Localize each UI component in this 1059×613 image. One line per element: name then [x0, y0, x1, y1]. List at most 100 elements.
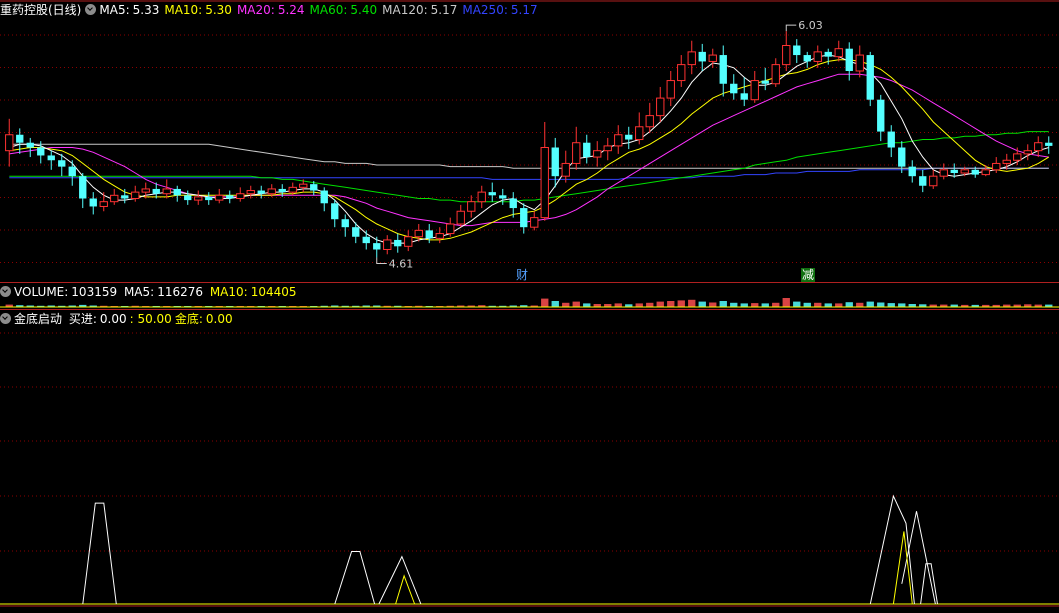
candle-body: [37, 147, 45, 156]
candle-body: [1013, 153, 1022, 161]
candle-body: [205, 196, 213, 201]
ma-legend-item: MA20: 5.24: [237, 3, 305, 17]
indicator-header: 金底启动 买进: 0.00: 50.00 金底: 0.00: [0, 311, 236, 327]
volume-bar: [887, 303, 895, 307]
candle-body: [1023, 150, 1032, 155]
indicator-peak-line: [82, 502, 117, 605]
ma5-line: [9, 54, 1049, 244]
volume-bar: [772, 302, 780, 307]
chevron-down-icon[interactable]: [85, 4, 97, 15]
candle-body: [981, 169, 990, 176]
volume-bar: [551, 301, 559, 307]
candle-body: [635, 126, 644, 141]
chevron-down-icon[interactable]: [0, 313, 11, 324]
candle-body: [803, 55, 811, 62]
candle-body: [173, 188, 181, 196]
candle-body: [845, 48, 853, 71]
volume-header: VOLUME: 103159 MA5: 116276 MA10: 104405: [0, 284, 300, 300]
volume-ma10-value: 104405: [250, 285, 297, 299]
ma-legend-value: 5.33: [132, 3, 160, 17]
ma-legend-item: MA5: 5.33: [99, 3, 159, 17]
volume-ma5-value: 116276: [157, 285, 203, 299]
candle-body: [813, 51, 822, 62]
volume-bar: [614, 303, 622, 307]
candle-body: [625, 134, 633, 140]
ma-legend-value: 5.30: [205, 3, 232, 17]
candle-body: [68, 166, 76, 177]
volume-bar: [866, 301, 874, 307]
candle-body: [898, 147, 906, 167]
indicator-title: 金底启动: [14, 312, 63, 326]
volume-bar: [688, 299, 696, 307]
candle-body: [719, 55, 727, 84]
candle-body: [509, 198, 517, 209]
volume-bar: [677, 300, 685, 307]
candle-body: [110, 194, 119, 203]
event-marker-reduce[interactable]: 减: [801, 268, 816, 282]
volume-bar: [803, 302, 811, 307]
volume-ma5-label: MA5:: [123, 285, 155, 299]
volume-bar: [572, 301, 580, 307]
volume-bar: [845, 302, 853, 307]
volume-bar: [635, 303, 643, 307]
chevron-down-icon[interactable]: [0, 286, 11, 297]
volume-bar: [856, 302, 864, 307]
volume-value: 103159: [71, 285, 118, 299]
candle-body: [288, 186, 297, 193]
candle-body: [971, 169, 979, 175]
ma-legend-label: MA20:: [236, 3, 275, 17]
candle-body: [278, 188, 286, 193]
candle-body: [687, 51, 696, 66]
candle-body: [99, 201, 108, 207]
high-price-label: 6.03: [798, 19, 823, 32]
volume-bar: [824, 303, 832, 307]
event-marker-finance[interactable]: 财: [515, 268, 529, 282]
candle-body: [572, 142, 581, 164]
chart-title: 重药控股(日线): [0, 3, 82, 17]
candle-body: [47, 155, 55, 161]
candle-body: [698, 51, 706, 62]
candle-body: [530, 217, 539, 228]
candle-body: [540, 147, 549, 219]
volume-bar: [898, 303, 906, 307]
candle-body: [184, 195, 192, 201]
candle-body: [299, 183, 308, 188]
candle-body: [16, 134, 24, 143]
candle-body: [467, 201, 476, 212]
ma-legend-item: MA120: 5.17: [382, 3, 457, 17]
candle-body: [793, 45, 801, 56]
candle-body: [866, 55, 874, 100]
candle-body: [267, 188, 276, 195]
candle-body: [162, 188, 171, 195]
candle-body: [593, 150, 602, 158]
candle-body: [499, 195, 507, 199]
low-price-label: 4.61: [389, 257, 414, 270]
price-chart: 6.03 4.61: [0, 0, 1059, 607]
candle-body: [320, 190, 328, 204]
candle-body: [131, 191, 140, 199]
panel-separator: [0, 309, 1059, 310]
volume-ma10-label: MA10:: [209, 285, 248, 299]
candle-body: [561, 162, 570, 177]
candle-body: [1002, 159, 1011, 164]
candle-body: [919, 176, 927, 186]
candle-body: [141, 188, 150, 193]
volume-bar: [719, 301, 727, 307]
candle-body: [341, 219, 349, 228]
volume-bar: [698, 301, 706, 307]
indicator-peak-line: [920, 563, 938, 605]
volume-bar: [761, 303, 769, 307]
candle-body: [782, 45, 791, 66]
candle-body: [761, 80, 769, 84]
candle-body: [855, 54, 864, 72]
volume-bar: [877, 302, 885, 307]
candle-body: [929, 175, 938, 187]
candle-body: [645, 115, 654, 128]
candle-body: [656, 97, 665, 117]
candle-body: [750, 80, 759, 101]
candle-body: [1045, 142, 1053, 146]
candle-body: [1034, 142, 1043, 152]
candle-body: [121, 195, 129, 199]
candle-body: [583, 142, 591, 158]
candle-body: [152, 188, 160, 194]
